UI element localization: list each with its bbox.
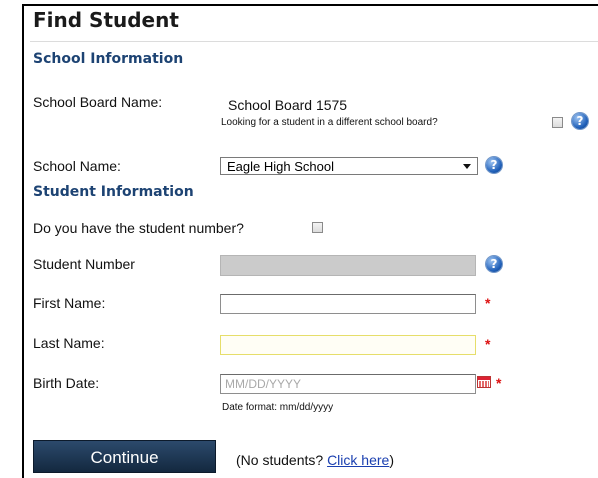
required-marker: *	[496, 375, 502, 391]
help-question-icon[interactable]: ?	[486, 157, 502, 173]
no-students-text: (No students? Click here)	[236, 452, 394, 468]
first-name-label: First Name:	[33, 295, 106, 311]
required-marker: *	[485, 336, 491, 352]
help-question-icon[interactable]: ?	[486, 256, 502, 272]
no-students-prefix: (No students?	[236, 452, 328, 468]
birth-date-label: Birth Date:	[33, 375, 100, 391]
student-number-label: Student Number	[33, 256, 135, 272]
birth-date-input[interactable]	[220, 374, 476, 394]
school-board-label: School Board Name:	[33, 94, 163, 110]
help-question-icon[interactable]: ?	[572, 113, 588, 129]
have-student-number-label: Do you have the student number?	[33, 220, 244, 236]
first-name-input[interactable]	[220, 294, 476, 314]
click-here-link[interactable]: Click here	[327, 452, 389, 468]
title-divider	[30, 41, 598, 42]
calendar-icon[interactable]	[477, 376, 491, 388]
school-name-selected: Eagle High School	[227, 159, 334, 174]
continue-button[interactable]: Continue	[33, 440, 216, 473]
student-number-input[interactable]	[220, 255, 476, 276]
have-student-number-checkbox[interactable]	[312, 222, 323, 233]
student-information-heading: Student Information	[33, 184, 194, 200]
no-students-suffix: )	[389, 452, 394, 468]
different-board-checkbox[interactable]	[552, 117, 563, 128]
date-format-hint: Date format: mm/dd/yyyy	[222, 402, 334, 413]
required-marker: *	[485, 295, 491, 311]
last-name-input[interactable]	[220, 335, 476, 355]
page-title: Find Student	[33, 8, 179, 32]
chevron-down-icon	[463, 164, 471, 169]
last-name-label: Last Name:	[33, 335, 105, 351]
school-information-heading: School Information	[33, 51, 184, 67]
school-board-value: School Board 1575	[228, 97, 348, 113]
school-name-label: School Name:	[33, 158, 121, 174]
different-board-text: Looking for a student in a different sch…	[221, 117, 438, 128]
school-name-select[interactable]: Eagle High School	[220, 157, 478, 175]
